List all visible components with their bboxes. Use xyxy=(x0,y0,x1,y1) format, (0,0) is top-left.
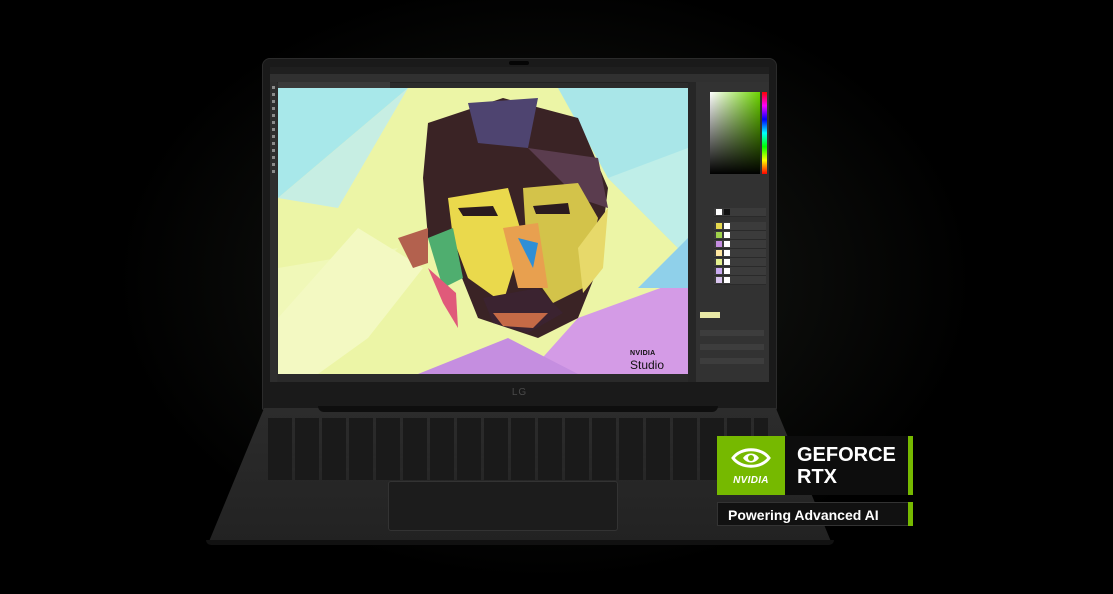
badge-tagline: Powering Advanced AI xyxy=(728,507,879,523)
badge-accent-bar xyxy=(908,502,913,526)
properties-field[interactable] xyxy=(700,330,764,336)
geforce-rtx-badge: NVIDIA GEFORCE RTX xyxy=(717,436,913,495)
low-poly-portrait xyxy=(278,88,688,374)
keyboard xyxy=(268,418,768,480)
status-bar xyxy=(278,374,688,382)
type-tool-icon[interactable] xyxy=(272,156,275,159)
laptop-lid: NVIDIA Studio LG xyxy=(262,58,777,410)
badge-tagline-box: Powering Advanced AI xyxy=(717,502,913,526)
marquee-tool-icon[interactable] xyxy=(272,93,275,96)
app-menu-bar[interactable] xyxy=(270,67,769,74)
eraser-tool-icon[interactable] xyxy=(272,135,275,138)
hand-tool-icon[interactable] xyxy=(272,163,275,166)
nvidia-wordmark: NVIDIA xyxy=(733,475,769,486)
badge-accent-bar xyxy=(908,436,913,495)
lg-logo: LG xyxy=(511,387,528,398)
tools-panel[interactable] xyxy=(270,82,277,382)
color-picker[interactable] xyxy=(710,92,760,174)
stamp-tool-icon[interactable] xyxy=(272,128,275,131)
pen-tool-icon[interactable] xyxy=(272,149,275,152)
nvidia-logo: NVIDIA xyxy=(717,436,785,495)
layer-row[interactable] xyxy=(714,222,766,231)
laptop-screen: NVIDIA Studio xyxy=(270,67,769,382)
gradient-tool-icon[interactable] xyxy=(272,142,275,145)
layer-row[interactable] xyxy=(714,208,766,217)
studio-name: Studio xyxy=(630,358,665,372)
studio-brand: NVIDIA xyxy=(630,350,656,357)
layer-row[interactable] xyxy=(714,231,766,240)
touchpad xyxy=(388,481,618,531)
move-tool-icon[interactable] xyxy=(272,86,275,89)
crop-tool-icon[interactable] xyxy=(272,107,275,110)
properties-field[interactable] xyxy=(700,358,764,364)
nvidia-eye-icon xyxy=(731,448,771,468)
lasso-tool-icon[interactable] xyxy=(272,100,275,103)
base-edge xyxy=(206,540,834,545)
zoom-tool-icon[interactable] xyxy=(272,170,275,173)
badge-rtx: RTX xyxy=(797,466,837,488)
badge-geforce: GEFORCE xyxy=(797,444,896,466)
layer-row[interactable] xyxy=(714,267,766,276)
hinge xyxy=(318,406,718,412)
properties-swatch[interactable] xyxy=(700,312,720,318)
layer-row[interactable] xyxy=(714,240,766,249)
nvidia-studio-watermark: NVIDIA Studio xyxy=(630,350,664,372)
right-panels[interactable] xyxy=(696,82,769,382)
hue-slider[interactable] xyxy=(762,92,767,174)
webcam-icon xyxy=(509,61,529,65)
layer-row[interactable] xyxy=(714,258,766,267)
eyedropper-tool-icon[interactable] xyxy=(272,114,275,117)
properties-field[interactable] xyxy=(700,344,764,350)
layer-row[interactable] xyxy=(714,249,766,258)
layer-row[interactable] xyxy=(714,276,766,285)
document-canvas[interactable]: NVIDIA Studio xyxy=(278,88,688,374)
panel-dock-icons[interactable] xyxy=(688,82,696,382)
brush-tool-icon[interactable] xyxy=(272,121,275,124)
